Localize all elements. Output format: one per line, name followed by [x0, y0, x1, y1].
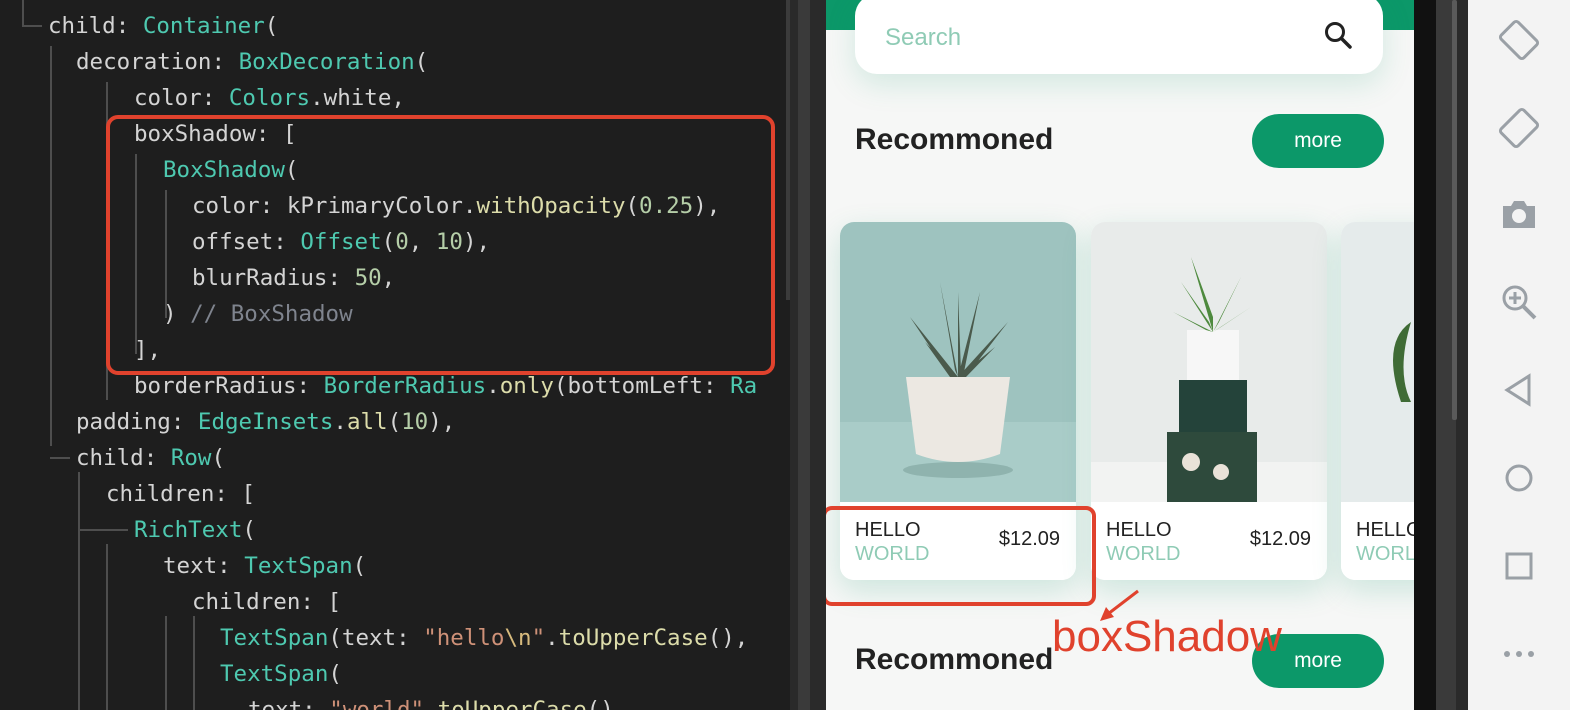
phone-frame-left — [798, 0, 810, 710]
code-line: color: Colors.white, — [134, 85, 405, 111]
indent-guide — [78, 472, 80, 710]
section-title-text: Recommoned — [855, 123, 1054, 156]
plant-image — [1341, 222, 1414, 502]
plant-card[interactable]: HELLO WORLD $12.09 — [1091, 222, 1327, 580]
camera-icon[interactable] — [1495, 190, 1543, 238]
indent-guide — [22, 25, 42, 27]
code-line: children: [ — [192, 589, 342, 615]
plant-image — [1091, 222, 1327, 502]
card-name: HELLO — [1356, 519, 1414, 541]
card-info: HELLO WORLD — [1341, 502, 1414, 580]
card-subtitle: WORLD — [1106, 543, 1181, 565]
boxshadow-highlight-box — [106, 115, 775, 375]
section-title-text: Recommoned — [855, 643, 1054, 676]
indent-guide — [78, 529, 128, 531]
indent-guide — [193, 616, 195, 710]
plant-card[interactable]: HELLO WORLD — [1341, 222, 1414, 580]
card-subtitle: WORLD — [1356, 543, 1414, 565]
emulator-scrollbar[interactable] — [1452, 0, 1457, 420]
boxshadow-annotation: boxShadow — [1052, 612, 1282, 661]
overview-icon[interactable] — [1495, 542, 1543, 590]
section-title: Recommoned — [855, 123, 1054, 157]
section-title: Recommoned — [855, 643, 1054, 677]
more-icon[interactable] — [1495, 630, 1543, 678]
code-line: TextSpan(text: "hello\n".toUpperCase(), — [220, 625, 749, 651]
code-line: child: Container( — [48, 13, 279, 39]
code-line: decoration: BoxDecoration( — [76, 49, 429, 75]
code-line: children: [ — [106, 481, 256, 507]
code-line: text: "world".toUpperCase(), — [248, 697, 628, 710]
code-line: child: Row( — [76, 445, 226, 471]
more-button[interactable]: more — [1252, 114, 1384, 168]
phone-frame-right — [1414, 0, 1436, 710]
card-info: HELLO WORLD $12.09 — [1091, 502, 1327, 580]
search-icon[interactable] — [1323, 20, 1353, 54]
search-input[interactable]: Search — [885, 24, 961, 52]
code-line: TextSpan( — [220, 661, 342, 687]
plant-image — [840, 222, 1076, 502]
zoom-in-icon[interactable] — [1495, 278, 1543, 326]
phone-screen: Search Recommoned more HELLO WORLD $12.0… — [826, 0, 1414, 710]
rotate-right-icon[interactable] — [1495, 104, 1543, 152]
card-price: $12.09 — [1249, 528, 1311, 550]
search-bar[interactable]: Search — [855, 0, 1383, 74]
indent-guide — [50, 457, 70, 459]
indent-guide — [106, 544, 108, 710]
code-editor[interactable]: child: Container( decoration: BoxDecorat… — [0, 0, 790, 710]
home-icon[interactable] — [1495, 454, 1543, 502]
card-name: HELLO — [1106, 519, 1172, 541]
indent-guide — [165, 616, 167, 710]
back-icon[interactable] — [1495, 366, 1543, 414]
rotate-left-icon[interactable] — [1495, 16, 1543, 64]
emulator-toolbar — [1468, 0, 1570, 710]
card-shadow-highlight-box — [826, 506, 1096, 606]
code-line: padding: EdgeInsets.all(10), — [76, 409, 456, 435]
code-line: text: TextSpan( — [163, 553, 367, 579]
indent-guide — [22, 0, 24, 26]
code-line: RichText( — [134, 517, 256, 543]
indent-guide — [50, 46, 52, 446]
